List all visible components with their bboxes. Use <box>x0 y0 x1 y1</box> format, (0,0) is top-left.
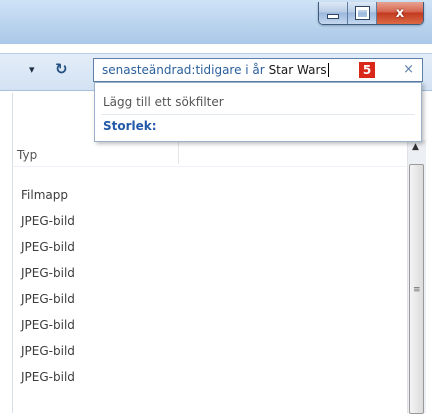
maximize-button[interactable] <box>348 2 377 24</box>
list-item[interactable]: JPEG-bild <box>21 338 75 364</box>
dropdown-divider <box>101 114 415 115</box>
grip-icon: ≡ <box>413 285 421 295</box>
list-item[interactable]: JPEG-bild <box>21 208 75 234</box>
add-filter-hint: Lägg till ett sökfilter <box>103 95 224 109</box>
search-query: senasteändrad:tidigare i år Star Wars <box>102 63 329 77</box>
column-separator[interactable] <box>178 140 179 164</box>
text-caret <box>327 63 329 77</box>
search-suggestions-dropdown: Lägg till ett sökfilter Storlek: <box>94 82 422 142</box>
step-number-badge: 5 <box>359 62 375 78</box>
close-button[interactable]: x <box>377 2 423 24</box>
minimize-icon <box>327 14 339 19</box>
search-query-term: Star Wars <box>268 63 327 77</box>
list-item[interactable]: JPEG-bild <box>21 260 75 286</box>
clear-search-icon[interactable]: × <box>403 62 414 77</box>
minimize-button[interactable] <box>319 2 348 24</box>
list-item[interactable]: Filmapp <box>21 182 75 208</box>
vertical-scrollbar[interactable]: ▲ ≡ <box>407 140 426 414</box>
search-input[interactable]: senasteändrad:tidigare i år Star Wars 5 … <box>93 58 423 82</box>
filter-option-size[interactable]: Storlek: <box>103 119 157 133</box>
search-query-filter: senasteändrad:tidigare i år <box>102 63 265 77</box>
list-item[interactable]: JPEG-bild <box>21 234 75 260</box>
close-icon: x <box>395 5 405 21</box>
list-item[interactable]: JPEG-bild <box>21 364 75 390</box>
list-item[interactable]: JPEG-bild <box>21 312 75 338</box>
file-list: Filmapp JPEG-bild JPEG-bild JPEG-bild JP… <box>21 182 75 390</box>
header-divider <box>13 166 406 167</box>
scroll-thumb[interactable]: ≡ <box>409 164 424 414</box>
title-bar: x <box>0 0 432 44</box>
window-controls: x <box>318 2 424 25</box>
maximize-icon <box>354 6 370 20</box>
column-header-type[interactable]: Typ <box>17 148 37 162</box>
scroll-up-arrow-icon[interactable]: ▲ <box>412 142 419 152</box>
refresh-icon[interactable]: ↻ <box>55 60 68 78</box>
history-dropdown-icon[interactable]: ▾ <box>29 63 35 76</box>
list-item[interactable]: JPEG-bild <box>21 286 75 312</box>
